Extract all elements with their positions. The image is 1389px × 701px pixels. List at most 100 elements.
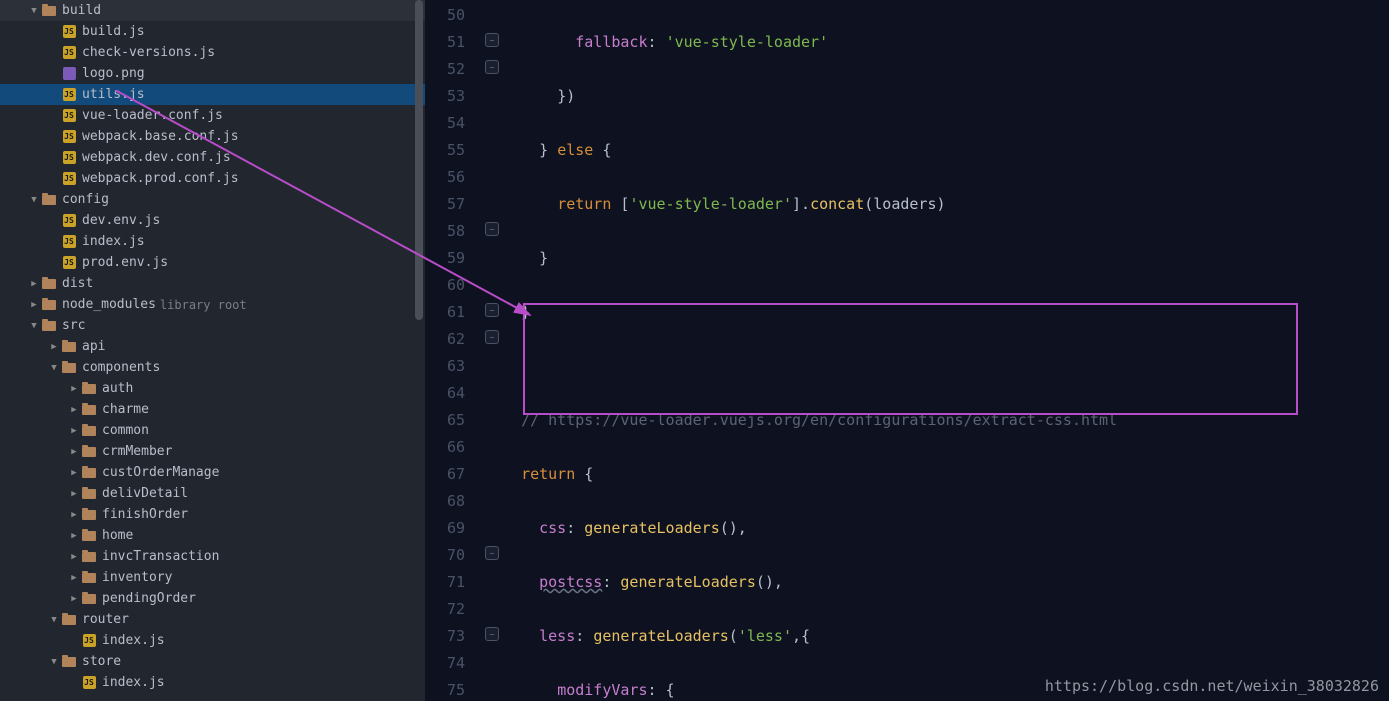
tree-item-label: webpack.prod.conf.js <box>82 171 239 186</box>
tree-item-label: src <box>62 318 85 333</box>
tree-item-store[interactable]: ▼ store <box>0 651 425 672</box>
line-number: 57 <box>425 191 465 218</box>
line-number: 72 <box>425 596 465 623</box>
chevron-icon[interactable]: ▶ <box>68 510 80 520</box>
sidebar-scrollbar[interactable] <box>415 0 423 320</box>
tree-item-inventory[interactable]: ▶ inventory <box>0 567 425 588</box>
tree-item-src[interactable]: ▼ src <box>0 315 425 336</box>
tree-item-config[interactable]: ▼ config <box>0 189 425 210</box>
tree-item-components[interactable]: ▼ components <box>0 357 425 378</box>
tree-item-vue-loader-conf-js[interactable]: JS vue-loader.conf.js <box>0 105 425 126</box>
chevron-icon[interactable]: ▼ <box>48 363 60 373</box>
watermark: https://blog.csdn.net/weixin_38032826 <box>1045 677 1379 695</box>
tree-item-check-versions-js[interactable]: JScheck-versions.js <box>0 42 425 63</box>
fold-icon[interactable]: − <box>485 546 499 560</box>
line-number: 60 <box>425 272 465 299</box>
tree-item-webpack-dev-conf-js[interactable]: JS webpack.dev.conf.js <box>0 147 425 168</box>
tree-item-crmMember[interactable]: ▶crmMember <box>0 441 425 462</box>
tree-item-label: components <box>82 360 160 375</box>
fold-icon[interactable]: − <box>485 222 499 236</box>
chevron-icon[interactable]: ▼ <box>48 657 60 667</box>
tree-item-index-js[interactable]: JSindex.js <box>0 672 425 693</box>
tree-item-label: store <box>82 654 121 669</box>
tree-item-label: index.js <box>82 234 145 249</box>
tree-item-prod-env-js[interactable]: JSprod.env.js <box>0 252 425 273</box>
folder-icon <box>40 193 58 207</box>
tree-item-delivDetail[interactable]: ▶delivDetail <box>0 483 425 504</box>
fold-icon[interactable]: − <box>485 33 499 47</box>
chevron-icon[interactable]: ▶ <box>68 531 80 541</box>
tree-item-invcTransaction[interactable]: ▶invcTransaction <box>0 546 425 567</box>
fold-icon[interactable]: − <box>485 627 499 641</box>
chevron-icon[interactable]: ▶ <box>68 552 80 562</box>
tree-item-dist[interactable]: ▶dist <box>0 273 425 294</box>
chevron-icon[interactable]: ▶ <box>68 594 80 604</box>
folder-icon <box>80 529 98 543</box>
tree-item-home[interactable]: ▶home <box>0 525 425 546</box>
line-number: 51 <box>425 29 465 56</box>
js-file-icon: JS <box>60 235 78 249</box>
tree-item-finishOrder[interactable]: ▶finishOrder <box>0 504 425 525</box>
tree-item-label: inventory <box>102 570 172 585</box>
chevron-icon[interactable]: ▼ <box>48 615 60 625</box>
chevron-icon[interactable]: ▼ <box>28 321 40 331</box>
line-number: 54 <box>425 110 465 137</box>
folder-icon <box>80 445 98 459</box>
tree-item-label: build.js <box>82 24 145 39</box>
tree-item-index-js[interactable]: JS index.js <box>0 231 425 252</box>
tree-item-label: prod.env.js <box>82 255 168 270</box>
tree-item-webpack-prod-conf-js[interactable]: JSwebpack.prod.conf.js <box>0 168 425 189</box>
tree-item-charme[interactable]: ▶charme <box>0 399 425 420</box>
tree-item-dev-env-js[interactable]: JSdev.env.js <box>0 210 425 231</box>
chevron-icon[interactable]: ▶ <box>68 573 80 583</box>
tree-item-utils-js[interactable]: JSutils.js <box>0 84 425 105</box>
line-number: 52 <box>425 56 465 83</box>
fold-icon[interactable]: − <box>485 303 499 317</box>
js-file-icon: JS <box>60 214 78 228</box>
line-number: 65 <box>425 407 465 434</box>
tree-item-logo-png[interactable]: logo.png <box>0 63 425 84</box>
js-file-icon: JS <box>60 151 78 165</box>
tree-item-router[interactable]: ▼router <box>0 609 425 630</box>
line-number: 64 <box>425 380 465 407</box>
tree-item-api[interactable]: ▶api <box>0 336 425 357</box>
tree-item-label: config <box>62 192 109 207</box>
tree-item-node_modules[interactable]: ▶node_moduleslibrary root <box>0 294 425 315</box>
tree-item-common[interactable]: ▶common <box>0 420 425 441</box>
tree-item-custOrderManage[interactable]: ▶custOrderManage <box>0 462 425 483</box>
tree-item-index-js[interactable]: JSindex.js <box>0 630 425 651</box>
tree-item-label: webpack.dev.conf.js <box>82 150 231 165</box>
tree-item-auth[interactable]: ▶auth <box>0 378 425 399</box>
chevron-icon[interactable]: ▼ <box>28 195 40 205</box>
line-number: 75 <box>425 677 465 701</box>
folder-icon <box>40 298 58 312</box>
chevron-icon[interactable]: ▶ <box>48 342 60 352</box>
folder-icon <box>80 487 98 501</box>
image-file-icon <box>60 67 78 81</box>
fold-icon[interactable]: − <box>485 60 499 74</box>
file-tree-sidebar[interactable]: ▼buildJSbuild.jsJScheck-versions.jslogo.… <box>0 0 425 701</box>
chevron-icon[interactable]: ▶ <box>68 405 80 415</box>
line-number: 53 <box>425 83 465 110</box>
tree-item-pendingOrder[interactable]: ▶ pendingOrder <box>0 588 425 609</box>
chevron-icon[interactable]: ▶ <box>68 447 80 457</box>
fold-icon[interactable]: − <box>485 330 499 344</box>
tree-item-build-js[interactable]: JSbuild.js <box>0 21 425 42</box>
tree-item-webpack-base-conf-js[interactable]: JSwebpack.base.conf.js <box>0 126 425 147</box>
chevron-icon[interactable]: ▶ <box>68 489 80 499</box>
chevron-icon[interactable]: ▶ <box>68 468 80 478</box>
js-file-icon: JS <box>80 676 98 690</box>
tree-item-build[interactable]: ▼build <box>0 0 425 21</box>
chevron-icon[interactable]: ▼ <box>28 6 40 16</box>
chevron-icon[interactable]: ▶ <box>68 426 80 436</box>
tree-item-label: index.js <box>102 633 165 648</box>
chevron-icon[interactable]: ▶ <box>28 300 40 310</box>
chevron-icon[interactable]: ▶ <box>28 279 40 289</box>
code-content[interactable]: fallback: 'vue-style-loader' }) } else {… <box>503 0 1389 701</box>
chevron-icon[interactable]: ▶ <box>68 384 80 394</box>
code-editor[interactable]: 5051525354555657585960616263646566676869… <box>425 0 1389 701</box>
tree-item-label: pendingOrder <box>102 591 196 606</box>
tree-item-label: vue-loader.conf.js <box>82 108 223 123</box>
folder-icon <box>80 571 98 585</box>
js-file-icon: JS <box>60 109 78 123</box>
